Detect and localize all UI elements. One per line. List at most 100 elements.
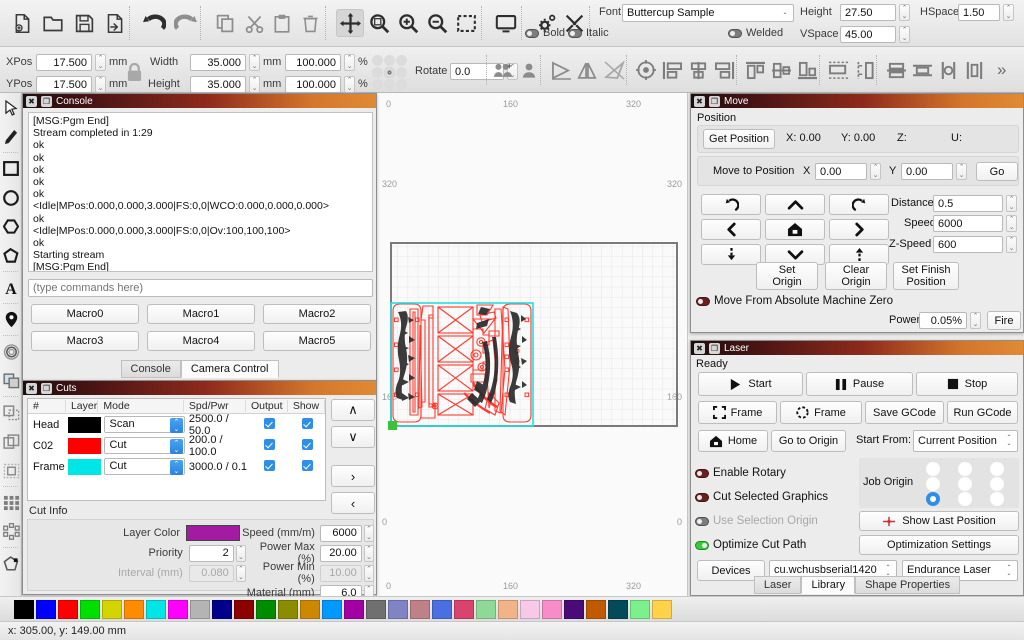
move-x-input[interactable] — [815, 163, 867, 180]
job-origin-option-8[interactable] — [990, 491, 1004, 506]
cut-mode-select[interactable]: Cut ⌃ ⌄ — [104, 437, 188, 454]
palette-swatch[interactable] — [36, 599, 56, 619]
console-titlebar[interactable]: ✖ ❐ Console — [23, 94, 376, 108]
float-icon[interactable]: ❐ — [709, 95, 720, 107]
export-icon[interactable] — [101, 9, 129, 37]
bold-toggle[interactable]: Bold — [525, 27, 565, 39]
cut-mode-select[interactable]: Cut ⌃ ⌄ — [104, 458, 188, 475]
cuts-table-row[interactable]: Head Scan ⌃ ⌄ 2500.0 / 50.0 — [28, 413, 325, 437]
mirror-icon[interactable] — [574, 56, 600, 84]
float-icon[interactable]: ❐ — [709, 342, 720, 354]
palette-swatch[interactable] — [498, 599, 518, 619]
macro-button[interactable]: Macro0 — [31, 304, 139, 324]
width-stepper[interactable]: ⌃ ⌄ — [249, 54, 260, 71]
float-icon[interactable]: ❐ — [41, 95, 52, 107]
italic-toggle[interactable]: Italic — [568, 27, 609, 39]
enable-rotary-toggle[interactable]: Enable Rotary — [695, 461, 855, 485]
jog-rotate-cw-button[interactable] — [829, 194, 889, 215]
anchor-tr[interactable] — [396, 55, 407, 66]
laser-power-stepper[interactable]: ⌃ ⌄ — [970, 312, 981, 329]
jog-home-button[interactable] — [765, 219, 825, 240]
job-origin-option-2[interactable] — [990, 461, 1004, 476]
speed-stepper[interactable]: ⌃ ⌄ — [363, 524, 374, 542]
move-layer-right-button[interactable]: › — [331, 465, 375, 487]
float-icon[interactable]: ❐ — [41, 382, 52, 394]
job-origin-option-7[interactable] — [958, 491, 972, 506]
go-button[interactable]: Go — [976, 162, 1018, 181]
spread-h-icon[interactable] — [883, 56, 909, 84]
center-h-icon[interactable] — [935, 56, 961, 84]
palette-swatch[interactable] — [476, 599, 496, 619]
layer-color-swatch[interactable] — [186, 525, 241, 541]
anchor-mr[interactable] — [396, 67, 407, 78]
laser-titlebar[interactable]: ✖ ❐ Laser — [691, 341, 1023, 355]
font-select[interactable]: Buttercup Sample ⌄ — [622, 4, 794, 22]
move-layer-left-button[interactable]: ‹ — [331, 492, 375, 514]
flip-diagonal-icon[interactable] — [601, 56, 627, 84]
ellipse-tool[interactable] — [0, 183, 22, 212]
xpos-input[interactable] — [36, 54, 92, 71]
stop-button[interactable]: Stop — [916, 372, 1018, 396]
bold-switch[interactable] — [525, 28, 539, 38]
position-marker-tool[interactable] — [0, 305, 22, 334]
power-max-stepper[interactable]: ⌃ ⌄ — [363, 544, 374, 562]
ypos-input[interactable] — [36, 76, 92, 93]
job-origin-option-5[interactable] — [990, 476, 1004, 491]
tab-shape-properties[interactable]: Shape Properties — [855, 576, 961, 594]
palette-swatch[interactable] — [212, 599, 232, 619]
use-selection-origin-toggle[interactable]: Use Selection Origin — [695, 509, 855, 533]
move-titlebar[interactable]: ✖ ❐ Move — [691, 94, 1023, 108]
ypos-stepper[interactable]: ⌃ ⌄ — [95, 76, 106, 93]
distance-input[interactable] — [933, 195, 1003, 212]
closed-path-tool[interactable] — [0, 241, 22, 270]
close-icon[interactable]: ✖ — [26, 382, 37, 394]
palette-swatch[interactable] — [146, 599, 166, 619]
show-last-position-button[interactable]: Show Last Position — [859, 511, 1019, 531]
fire-button[interactable]: Fire — [987, 311, 1021, 330]
move-layer-up-button[interactable]: ∧ — [331, 399, 375, 421]
pencil-draw-tool[interactable] — [0, 122, 22, 151]
welded-toggle[interactable]: Welded — [728, 27, 783, 39]
padlock-icon[interactable] — [126, 62, 143, 86]
delete-trash-icon[interactable] — [296, 9, 324, 37]
distribute-v-icon[interactable] — [852, 56, 878, 84]
boolean-subtract-tool[interactable] — [0, 398, 22, 427]
group-icon[interactable] — [490, 56, 516, 84]
move-y-input[interactable] — [901, 163, 953, 180]
palette-swatch[interactable] — [190, 599, 210, 619]
palette-swatch[interactable] — [300, 599, 320, 619]
cut-selected-graphics-toggle-switch[interactable] — [695, 492, 709, 502]
palette-swatch[interactable] — [432, 599, 452, 619]
job-origin-option-4[interactable] — [958, 476, 972, 491]
italic-switch[interactable] — [568, 28, 582, 38]
job-origin-option-0[interactable] — [926, 461, 940, 476]
align-middle-icon[interactable] — [768, 56, 794, 84]
palette-swatch[interactable] — [520, 599, 540, 619]
get-position-button[interactable]: Get Position — [703, 129, 775, 149]
jog-right-button[interactable] — [829, 219, 889, 240]
move-layer-down-button[interactable]: ∨ — [331, 426, 375, 448]
cut-mode-select[interactable]: Scan ⌃ ⌄ — [104, 416, 188, 433]
width-percent-stepper[interactable]: ⌃ ⌄ — [344, 54, 355, 71]
ungroup-icon[interactable] — [516, 56, 542, 84]
palette-swatch[interactable] — [652, 599, 672, 619]
palette-swatch[interactable] — [14, 599, 34, 619]
undo-icon[interactable] — [140, 9, 168, 37]
palette-swatch[interactable] — [608, 599, 628, 619]
optimization-settings-button[interactable]: Optimization Settings — [859, 535, 1019, 555]
boolean-difference-tool[interactable] — [0, 456, 22, 485]
palette-swatch[interactable] — [278, 599, 298, 619]
redo-icon[interactable] — [171, 9, 199, 37]
jog-rotate-ccw-button[interactable] — [701, 194, 761, 215]
xpos-stepper[interactable]: ⌃ ⌄ — [95, 54, 106, 71]
width-input[interactable] — [190, 54, 246, 71]
move-tool-icon[interactable] — [336, 9, 364, 37]
cut-layer-color[interactable] — [65, 458, 104, 475]
interval-input[interactable] — [188, 564, 234, 582]
design-canvas[interactable]: 0 160 320 320 160 0 -160 320 160 0 -160 … — [376, 93, 688, 596]
anchor-mc[interactable] — [384, 67, 395, 78]
frame-round-button[interactable]: Frame — [780, 401, 862, 424]
save-gcode-button[interactable]: Save GCode — [865, 401, 944, 424]
cut-show-checkbox[interactable] — [289, 417, 325, 432]
palette-swatch[interactable] — [454, 599, 474, 619]
